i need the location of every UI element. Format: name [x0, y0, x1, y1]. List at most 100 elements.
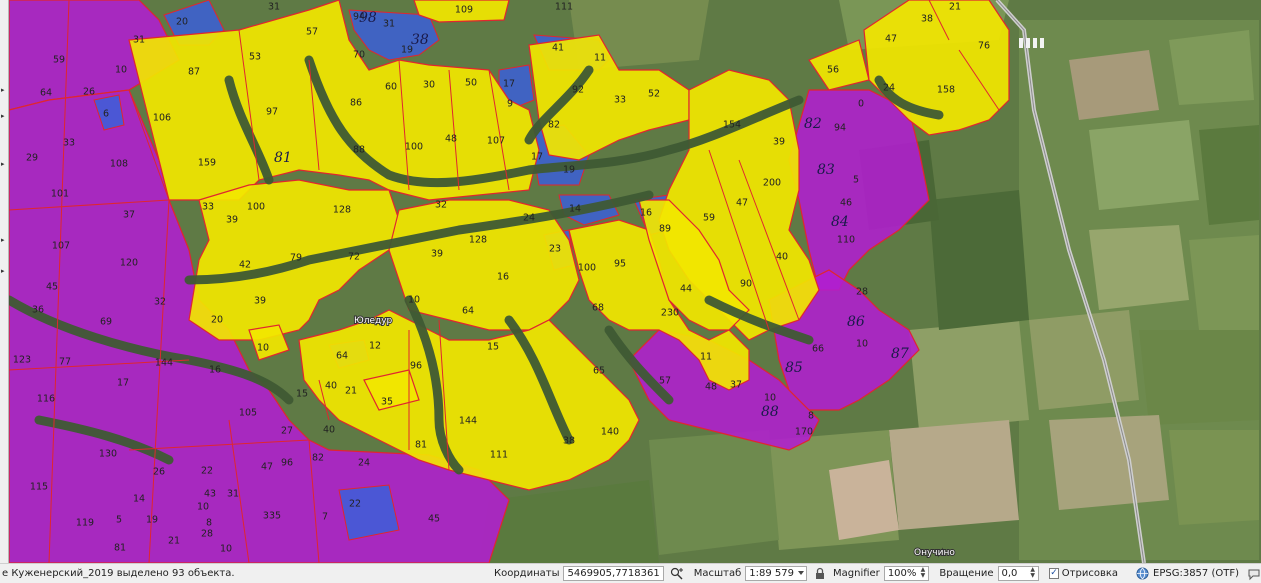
field-label: 31	[268, 2, 280, 13]
field-label: 81	[415, 440, 427, 451]
panel-arrow-icon[interactable]: ▸	[1, 237, 6, 244]
field-label: 16	[209, 365, 221, 376]
crs-button[interactable]: EPSG:3857 (OTF)	[1136, 567, 1239, 580]
handwritten-label: 82	[804, 116, 822, 132]
scale-label: Масштаб	[693, 568, 742, 579]
field-label: 10	[764, 393, 776, 404]
field-label: 24	[523, 213, 535, 224]
globe-icon	[1136, 567, 1149, 580]
field-label: 59	[53, 55, 65, 66]
field-label: 26	[153, 467, 165, 478]
handwritten-label: 83	[817, 162, 835, 178]
field-label: 56	[827, 65, 839, 76]
place-label-yuledur: Юледур	[354, 316, 393, 326]
field-label: 40	[776, 252, 788, 263]
field-label: 42	[239, 260, 251, 271]
field-label: 110	[837, 235, 855, 246]
field-label: 48	[445, 134, 457, 145]
rotation-value: 0,0	[1001, 568, 1018, 579]
field-label: 10	[856, 339, 868, 350]
field-label: 335	[263, 511, 281, 522]
field-label: 97	[266, 107, 278, 118]
rotation-label: Вращение	[939, 568, 994, 579]
field-label: 111	[490, 450, 508, 461]
field-label: 90	[740, 279, 752, 290]
field-label: 39	[773, 137, 785, 148]
handwritten-label: 38	[411, 32, 429, 48]
field-label: 24	[883, 83, 895, 94]
field-label: 100	[247, 202, 265, 213]
field-label: 5	[853, 175, 859, 186]
field-label: 24	[358, 458, 370, 469]
field-label: 22	[201, 466, 213, 477]
field-label: 88	[353, 145, 365, 156]
magnifier-spinbox[interactable]: 100% ▲ ▼	[883, 566, 930, 581]
left-panel-edge: ▸ ▸ ▸ ▸ ▸	[0, 0, 9, 563]
panel-arrow-icon[interactable]: ▸	[1, 87, 6, 94]
field-label: 32	[154, 297, 166, 308]
panel-arrow-icon[interactable]: ▸	[1, 113, 6, 120]
chevron-down-icon[interactable]	[798, 571, 805, 575]
coordinate-toggle-icon[interactable]	[670, 567, 684, 581]
place-label-onuchino: Онучино	[914, 548, 955, 558]
field-label: 116	[37, 394, 55, 405]
spin-arrows-icon[interactable]: ▲ ▼	[918, 567, 927, 580]
field-label: 39	[254, 296, 266, 307]
field-label: 22	[349, 499, 361, 510]
field-label: 39	[226, 215, 238, 226]
field-label: 10	[115, 65, 127, 76]
field-label: 52	[648, 89, 660, 100]
panel-arrow-icon[interactable]: ▸	[1, 161, 6, 168]
field-label: 10	[408, 295, 420, 306]
field-label: 107	[487, 136, 505, 147]
field-label: 44	[680, 284, 692, 295]
field-label: 128	[333, 205, 351, 216]
field-label: 115	[30, 482, 48, 493]
map-canvas[interactable]: Юледур Онучино 109 111 20 31 94 31 57 70 19 41 11 3…	[9, 0, 1261, 563]
field-label: 20	[176, 17, 188, 28]
field-label: 144	[155, 358, 173, 369]
field-label: 10	[197, 502, 209, 513]
field-label: 10	[220, 544, 232, 555]
field-label: 16	[497, 272, 509, 283]
field-label: 68	[592, 303, 604, 314]
field-label: 40	[323, 425, 335, 436]
field-label: 101	[51, 189, 69, 200]
panel-arrow-icon[interactable]: ▸	[1, 268, 6, 275]
field-label: 89	[659, 224, 671, 235]
qgis-window: ▸ ▸ ▸ ▸ ▸ Юледур Онучино 109 111 20 31 9…	[0, 0, 1261, 583]
spin-arrows-icon[interactable]: ▲ ▼	[1028, 567, 1037, 580]
field-label: 38	[921, 14, 933, 25]
field-label: 31	[227, 489, 239, 500]
field-label: 28	[201, 529, 213, 540]
field-label: 105	[239, 408, 257, 419]
field-label: 170	[795, 427, 813, 438]
handwritten-label: 84	[831, 214, 849, 230]
field-label: 53	[249, 52, 261, 63]
rotation-spinbox[interactable]: 0,0 ▲ ▼	[997, 566, 1040, 581]
field-label: 100	[578, 263, 596, 274]
map-svg[interactable]: Юледур Онучино 109 111203194315770 19 41113…	[9, 0, 1261, 563]
field-label: 140	[601, 427, 619, 438]
status-bar: е Куженерский_2019 выделено 93 объекта. …	[0, 563, 1261, 583]
field-label: 19	[146, 515, 158, 526]
render-checkbox[interactable]: ✓	[1049, 568, 1059, 579]
field-label: 41	[552, 43, 564, 54]
field-label: 5	[116, 515, 122, 526]
field-label: 120	[120, 258, 138, 269]
field-label: 30	[423, 80, 435, 91]
messages-icon[interactable]	[1247, 567, 1261, 581]
field-label: 50	[465, 78, 477, 89]
lock-icon[interactable]	[813, 567, 827, 581]
scale-combobox[interactable]: 1:89 579	[745, 566, 808, 581]
field-label: 100	[405, 142, 423, 153]
field-label: 64	[336, 351, 348, 362]
field-label: 59	[703, 213, 715, 224]
field-label: 36	[32, 305, 44, 316]
field-label: 39	[431, 249, 443, 260]
field-label: 96	[281, 458, 293, 469]
field-label: 11	[700, 352, 712, 363]
field-label: 47	[261, 462, 273, 473]
field-label: 107	[52, 241, 70, 252]
coordinates-field[interactable]: 5469905,7718361	[563, 566, 664, 581]
